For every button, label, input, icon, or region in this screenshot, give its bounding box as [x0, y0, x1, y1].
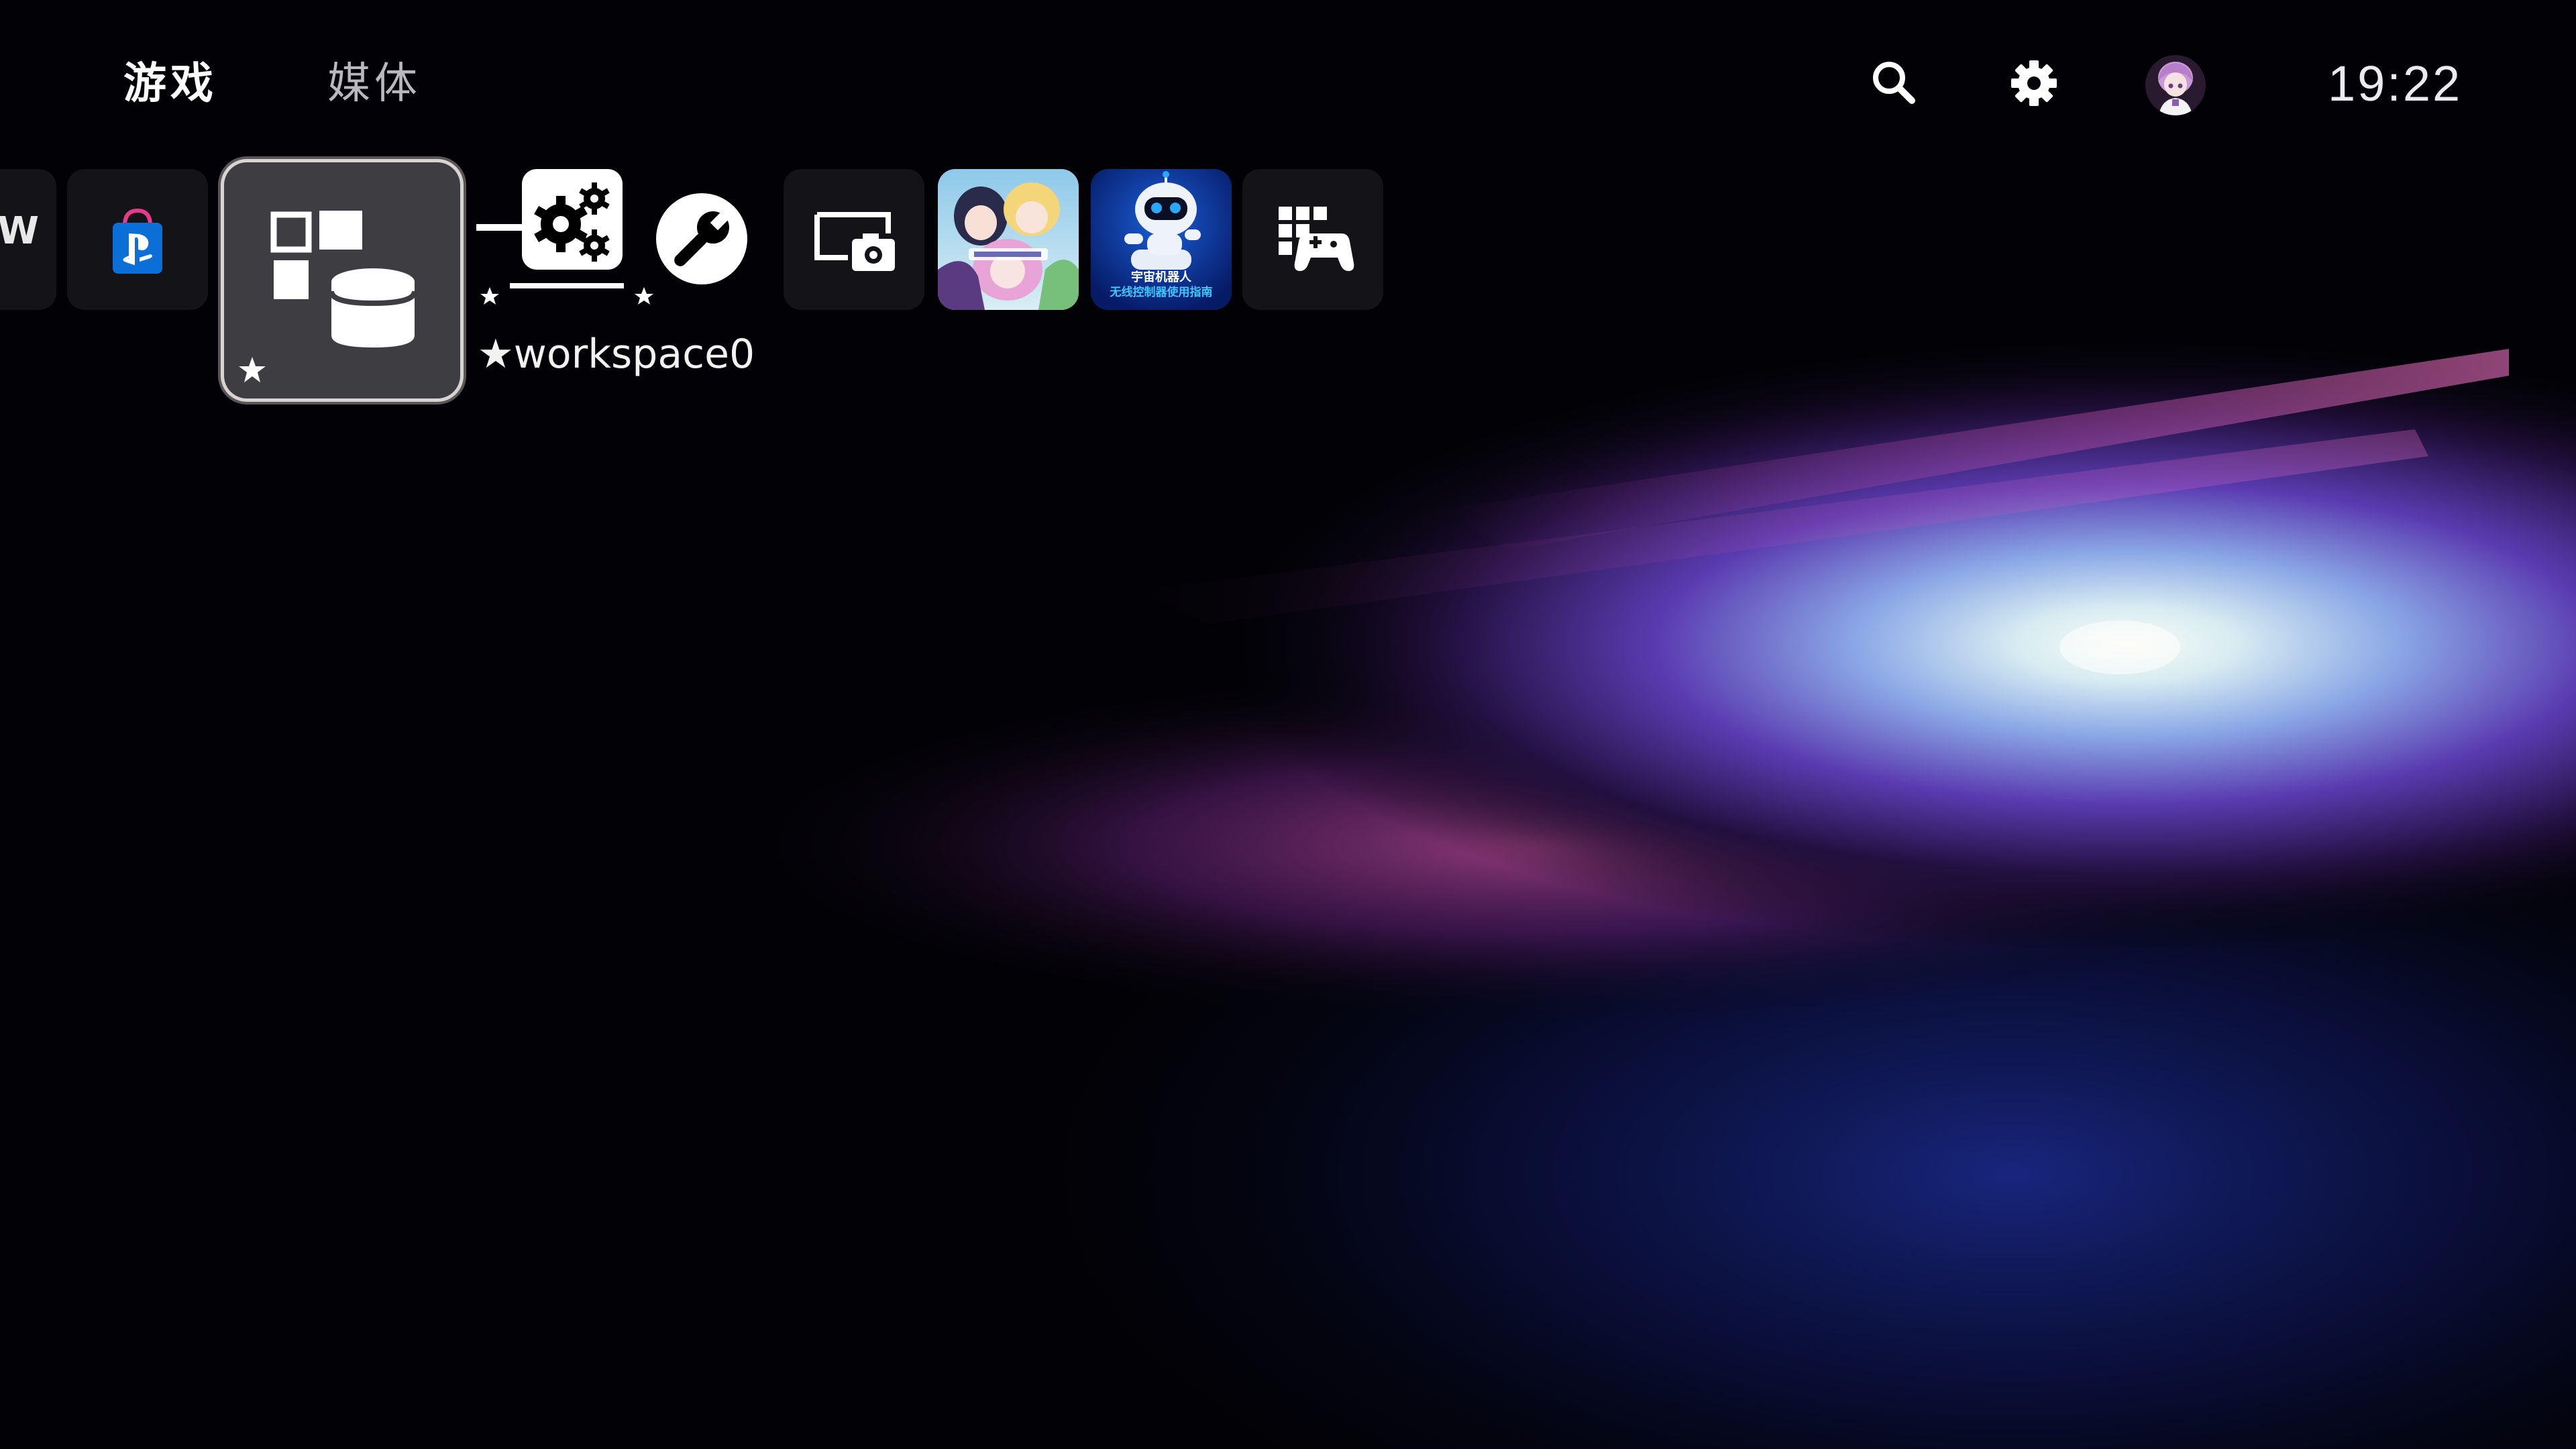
screen-capture-icon: [814, 212, 895, 271]
selected-tile-label: ★workspace0: [478, 331, 755, 378]
wrench-icon: [635, 193, 747, 305]
search-button[interactable]: [1866, 55, 1923, 111]
settings-button[interactable]: [2006, 55, 2062, 111]
clock: 19:22: [2328, 56, 2463, 111]
tile-workspace0[interactable]: [224, 162, 460, 398]
tile-partial-label: W: [0, 209, 39, 253]
tile-gears[interactable]: [474, 169, 624, 310]
playstation-store-icon: [113, 208, 162, 274]
tile-game-library[interactable]: [1242, 169, 1383, 310]
tile-partial-left[interactable]: W: [0, 169, 56, 310]
widgets-database-icon: [239, 211, 417, 382]
tab-media[interactable]: 媒体: [327, 54, 421, 114]
game-cover-anime: [938, 169, 1079, 310]
user-avatar[interactable]: [2145, 55, 2206, 115]
tile-game-anime[interactable]: [938, 169, 1079, 310]
search-icon: [1873, 62, 1915, 104]
game2-cover-line1: 宇宙机器人: [1131, 270, 1191, 284]
tile-wrench[interactable]: [631, 169, 771, 310]
game2-cover-line2: 无线控制器使用指南: [1110, 286, 1213, 299]
home-screen: 游戏 媒体 19:22 W 宇宙机器人 无线控制器使用指南 ★workspace…: [0, 0, 2576, 1449]
tile-game-astro[interactable]: 宇宙机器人 无线控制器使用指南: [1091, 169, 1232, 310]
avatar-image: [2145, 55, 2206, 115]
tab-games[interactable]: 游戏: [123, 54, 217, 114]
game-library-icon: [1279, 207, 1354, 271]
tile-playstation-store[interactable]: [67, 169, 208, 310]
tile-media-gallery[interactable]: [784, 169, 924, 310]
gears-icon: [476, 169, 624, 305]
gear-icon: [2011, 60, 2057, 106]
